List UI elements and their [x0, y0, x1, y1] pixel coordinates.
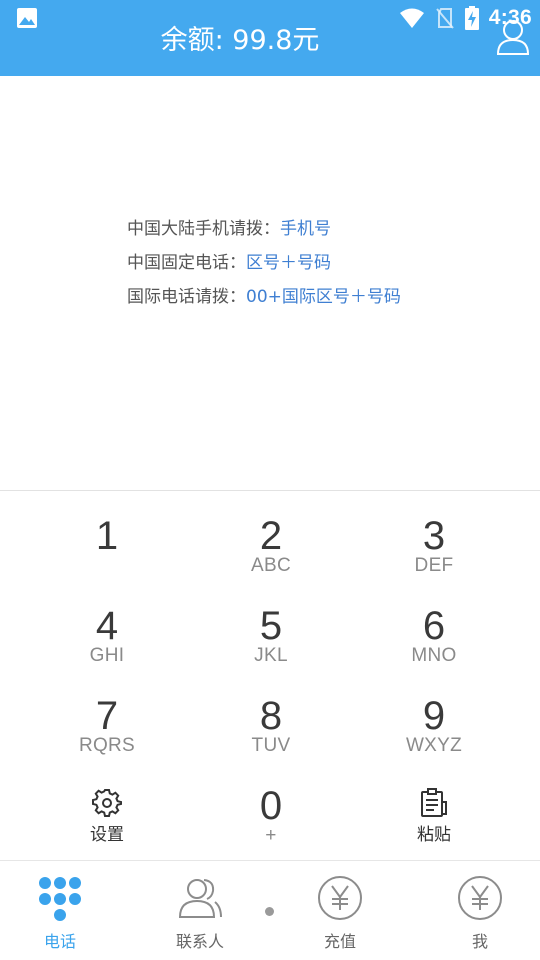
- clipboard-icon: [421, 788, 447, 817]
- dialing-instructions: 中国大陆手机请拨：手机号 中国固定电话：区号＋号码 国际电话请拨：00+国际区号…: [127, 214, 401, 316]
- key-1[interactable]: 1: [17, 492, 197, 582]
- gear-icon: [92, 789, 122, 817]
- balance-title: 余额: 99.8元: [160, 25, 320, 56]
- key-letters: TUV: [251, 735, 291, 756]
- key-digit: 3: [422, 514, 446, 558]
- settings-label: 设置: [90, 825, 124, 845]
- key-digit: 7: [95, 694, 119, 738]
- instruction-value: 区号＋号码: [246, 253, 331, 273]
- nav-label: 联系人: [175, 932, 224, 951]
- key-letters: +: [265, 825, 277, 846]
- key-digit: 2: [259, 514, 283, 558]
- instruction-line: 国际电话请拨：00+国际区号＋号码: [127, 282, 401, 316]
- dialpad-icon: [39, 877, 81, 921]
- instruction-value: 00+国际区号＋号码: [246, 287, 401, 307]
- key-0[interactable]: 0 +: [181, 762, 361, 852]
- instruction-line: 中国大陆手机请拨：手机号: [127, 214, 401, 248]
- contacts-icon: [178, 879, 222, 918]
- key-letters: JKL: [254, 645, 288, 666]
- key-digit: 8: [259, 694, 283, 738]
- indicator-dot: [265, 907, 274, 916]
- header-bar: 4:36 余额: 99.8元: [0, 0, 540, 76]
- key-7[interactable]: 7 RQRS: [17, 672, 197, 762]
- key-4[interactable]: 4 GHI: [17, 582, 197, 672]
- yuan-circle-icon: [458, 876, 502, 920]
- nav-label: 我: [471, 932, 488, 951]
- key-digit: 4: [95, 604, 119, 648]
- nav-label: 充值: [323, 932, 356, 951]
- key-digit: 0: [259, 784, 283, 828]
- key-letters: RQRS: [78, 735, 136, 756]
- nav-label: 电话: [43, 932, 76, 951]
- key-2[interactable]: 2 ABC: [181, 492, 361, 582]
- instruction-value: 手机号: [280, 219, 331, 239]
- instruction-line: 中国固定电话：区号＋号码: [127, 248, 401, 282]
- settings-button[interactable]: 设置: [17, 762, 197, 852]
- dial-keypad: 1 2 ABC 3 DEF 4 GHI 5 JKL 6 MNO 7 RQRS 8: [0, 492, 540, 852]
- paste-button[interactable]: 粘贴: [344, 762, 524, 852]
- keypad-divider: [0, 490, 540, 491]
- nav-item-recharge[interactable]: 充值: [280, 861, 400, 960]
- key-5[interactable]: 5 JKL: [181, 582, 361, 672]
- key-letters: ABC: [251, 555, 291, 576]
- person-outline-icon[interactable]: [496, 18, 530, 56]
- key-9[interactable]: 9 WXYZ: [344, 672, 524, 762]
- key-digit: 6: [422, 604, 446, 648]
- instruction-label: 国际电话请拨：: [127, 287, 246, 307]
- nav-item-phone[interactable]: 电话: [0, 861, 120, 960]
- key-letters: MNO: [411, 645, 457, 666]
- nav-item-contacts[interactable]: 联系人: [140, 861, 260, 960]
- key-6[interactable]: 6 MNO: [344, 582, 524, 672]
- dialer-screen: 4:36 余额: 99.8元 中国大陆手机请拨：手机号 中国固定电话：区号＋号码…: [0, 0, 540, 960]
- key-letters: DEF: [414, 555, 454, 576]
- key-letters: GHI: [89, 645, 125, 666]
- key-letters: WXYZ: [405, 735, 463, 756]
- key-digit: 1: [95, 514, 119, 558]
- key-digit: 9: [422, 694, 446, 738]
- key-digit: 5: [259, 604, 283, 648]
- key-8[interactable]: 8 TUV: [181, 672, 361, 762]
- instruction-label: 中国大陆手机请拨：: [127, 219, 280, 239]
- paste-label: 粘贴: [417, 825, 451, 845]
- nav-item-me[interactable]: 我: [420, 861, 540, 960]
- key-3[interactable]: 3 DEF: [344, 492, 524, 582]
- yuan-circle-icon: [318, 876, 362, 920]
- instruction-label: 中国固定电话：: [127, 253, 246, 273]
